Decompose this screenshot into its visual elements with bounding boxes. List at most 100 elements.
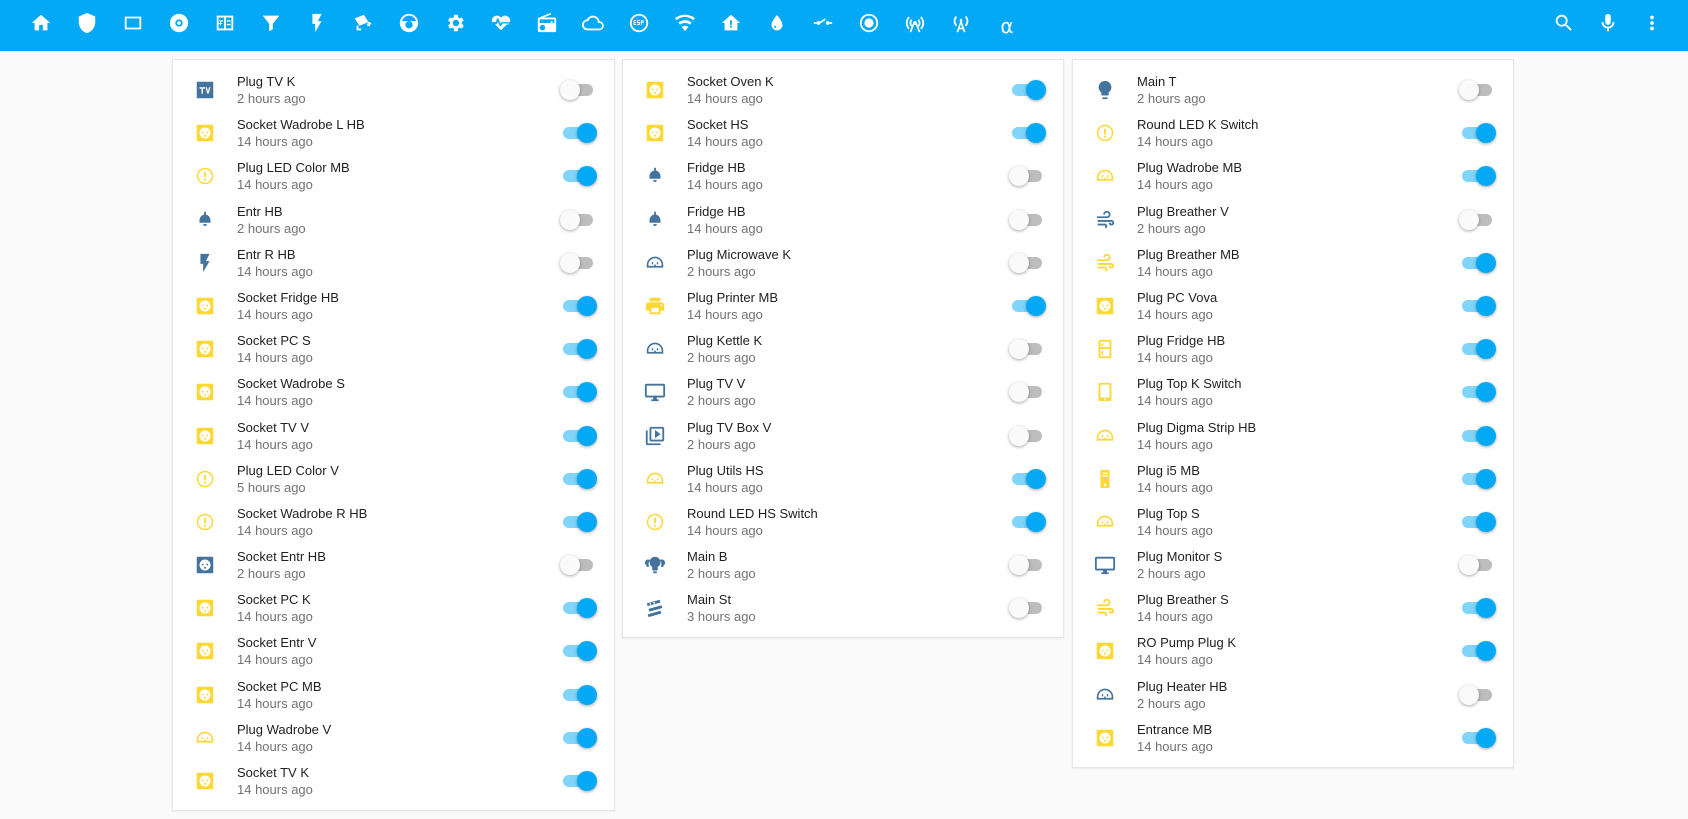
tab-shield[interactable] [64, 0, 110, 51]
entity-name[interactable]: Plug Utils HS [687, 462, 764, 479]
entity-name[interactable]: Main B [687, 548, 756, 565]
led-icon[interactable] [193, 510, 217, 534]
entity-name[interactable]: Plug i5 MB [1137, 462, 1213, 479]
entity-row[interactable]: Plug Wadrobe MB 14 hours ago [1073, 154, 1513, 197]
entity-name[interactable]: Plug Breather V [1137, 203, 1229, 220]
entity-row[interactable]: Socket Entr HB 2 hours ago [173, 543, 614, 586]
tab-water[interactable] [754, 0, 800, 51]
entity-toggle[interactable] [1459, 727, 1496, 748]
entity-toggle[interactable] [1009, 511, 1046, 532]
entity-toggle[interactable] [560, 641, 597, 662]
entity-name[interactable]: Main T [1137, 73, 1206, 90]
entity-name[interactable]: Socket Entr HB [237, 548, 326, 565]
entity-row[interactable]: Socket Wadrobe R HB 14 hours ago [173, 500, 614, 543]
entity-toggle[interactable] [1459, 425, 1496, 446]
entity-row[interactable]: Plug Breather S 14 hours ago [1073, 586, 1513, 629]
tablet-icon[interactable] [1093, 380, 1117, 404]
entity-name[interactable]: Plug Digma Strip HB [1137, 419, 1256, 436]
entity-toggle[interactable] [560, 511, 597, 532]
entity-toggle[interactable] [1009, 80, 1046, 100]
entity-row[interactable]: Plug PC Vova 14 hours ago [1073, 284, 1513, 327]
entity-row[interactable]: Plug Printer MB 14 hours ago [623, 284, 1063, 327]
entity-name[interactable]: Socket Oven K [687, 73, 774, 90]
entity-name[interactable]: Plug Breather S [1137, 591, 1229, 608]
entity-row[interactable]: Plug Monitor S2 hours ago [1073, 543, 1513, 586]
entity-name[interactable]: Socket Fridge HB [237, 289, 339, 306]
plug-icon[interactable] [1093, 164, 1117, 188]
tab-antenna[interactable] [938, 0, 984, 51]
tab-gear[interactable] [432, 0, 478, 51]
entity-toggle[interactable] [1009, 339, 1045, 360]
tab-access-point[interactable] [892, 0, 938, 51]
search-button[interactable] [1542, 0, 1586, 51]
plug-icon[interactable] [643, 251, 667, 275]
entity-toggle[interactable] [560, 166, 597, 187]
entity-row[interactable]: Main St 3 hours ago [623, 586, 1063, 629]
lightbulb-icon[interactable] [1093, 78, 1117, 102]
desktop-tower-icon[interactable] [1093, 467, 1117, 491]
entity-name[interactable]: Socket TV K [237, 764, 313, 781]
entity-row[interactable]: Plug Utils HS 14 hours ago [623, 457, 1063, 500]
flash-icon[interactable] [193, 251, 217, 275]
tab-square[interactable] [110, 0, 156, 51]
entity-name[interactable]: Fridge HB [687, 203, 763, 220]
entity-toggle[interactable] [1009, 555, 1045, 576]
entity-toggle[interactable] [1459, 382, 1496, 403]
entity-name[interactable]: Plug Monitor S [1137, 548, 1222, 565]
entity-row[interactable]: Plug LED Color MB 14 hours ago [173, 154, 614, 197]
entity-row[interactable]: Entr R HB 14 hours ago [173, 241, 614, 284]
power-socket-icon[interactable] [1093, 726, 1117, 750]
entity-name[interactable]: Plug Breather MB [1137, 246, 1240, 263]
play-box-icon[interactable] [643, 424, 667, 448]
power-socket-icon[interactable] [193, 683, 217, 707]
entity-row[interactable]: Socket PC S 14 hours ago [173, 327, 614, 370]
entity-name[interactable]: Socket PC MB [237, 678, 322, 695]
entity-row[interactable]: Plug TV V2 hours ago [623, 370, 1063, 413]
entity-toggle[interactable] [1459, 209, 1495, 230]
tab-home[interactable] [18, 0, 64, 51]
entity-name[interactable]: Socket PC K [237, 591, 313, 608]
entity-row[interactable]: Plug i5 MB 14 hours ago [1073, 457, 1513, 500]
tab-esp[interactable] [616, 0, 662, 51]
entity-row[interactable]: Plug TV Box V2 hours ago [623, 414, 1063, 457]
entity-toggle[interactable] [560, 252, 596, 273]
entity-row[interactable]: Entr HB 2 hours ago [173, 198, 614, 241]
plug-icon[interactable] [1093, 510, 1117, 534]
entity-row[interactable]: Socket Wadrobe S 14 hours ago [173, 370, 614, 413]
entity-row[interactable]: Plug Top K Switch 14 hours ago [1073, 370, 1513, 413]
printer-icon[interactable] [643, 294, 667, 318]
power-socket-icon[interactable] [193, 769, 217, 793]
led-strip-icon[interactable] [643, 596, 667, 620]
entity-toggle[interactable] [1459, 598, 1496, 619]
entity-toggle[interactable] [560, 771, 597, 791]
entity-row[interactable]: Round LED HS Switch 14 hours ago [623, 500, 1063, 543]
led-icon[interactable] [193, 164, 217, 188]
entity-row[interactable]: Main B2 hours ago [623, 543, 1063, 586]
fridge-icon[interactable] [1093, 337, 1117, 361]
entity-row[interactable]: Socket Wadrobe L HB 14 hours ago [173, 111, 614, 154]
entity-name[interactable]: Main St [687, 591, 756, 608]
entity-name[interactable]: Plug Kettle K [687, 332, 762, 349]
tab-heart-pulse[interactable] [478, 0, 524, 51]
entity-toggle[interactable] [1009, 468, 1046, 489]
entity-name[interactable]: Plug LED Color V [237, 462, 339, 479]
entity-toggle[interactable] [1459, 641, 1496, 662]
ceiling-light-icon[interactable] [643, 164, 667, 188]
entity-name[interactable]: Plug Top S [1137, 505, 1213, 522]
entity-name[interactable]: Entrance MB [1137, 721, 1213, 738]
tab-alpha[interactable]: α [984, 0, 1030, 51]
wind-icon[interactable] [1093, 251, 1117, 275]
power-socket-icon[interactable] [1093, 294, 1117, 318]
entity-toggle[interactable] [560, 209, 596, 230]
entity-name[interactable]: Fridge HB [687, 159, 763, 176]
entity-toggle[interactable] [1459, 555, 1495, 576]
lightbulb-group-icon[interactable] [643, 553, 667, 577]
tab-flash[interactable] [294, 0, 340, 51]
entity-toggle[interactable] [1009, 209, 1045, 230]
entity-name[interactable]: Socket PC S [237, 332, 313, 349]
power-socket-icon[interactable] [193, 294, 217, 318]
entity-row[interactable]: Socket Fridge HB 14 hours ago [173, 284, 614, 327]
entity-toggle[interactable] [1009, 598, 1045, 619]
entity-toggle[interactable] [1459, 295, 1496, 316]
tab-switch[interactable] [800, 0, 846, 51]
